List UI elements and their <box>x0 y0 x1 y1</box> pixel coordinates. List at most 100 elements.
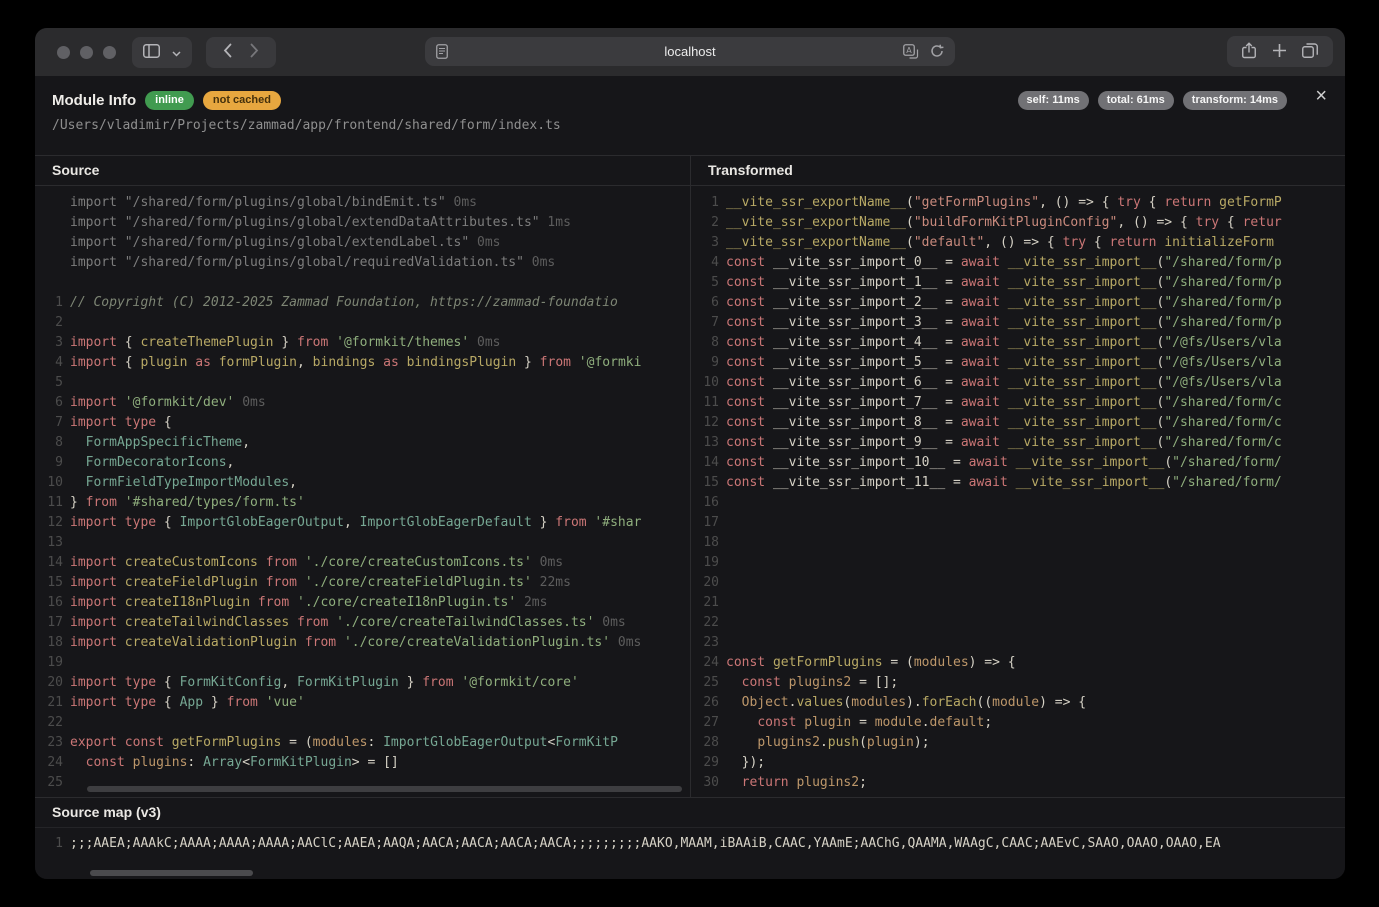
window-controls <box>57 46 116 59</box>
line-number: 7 <box>35 413 63 433</box>
tab-overview-button[interactable] <box>1302 43 1318 61</box>
code-line: 16import createI18nPlugin from './core/c… <box>35 593 690 613</box>
line-number: 15 <box>35 573 63 593</box>
code-line: 23 <box>691 633 1345 653</box>
code-line: 23export const getFormPlugins = (modules… <box>35 733 690 753</box>
line-number: 6 <box>35 393 63 413</box>
line-number: 25 <box>35 773 63 793</box>
line-number: 29 <box>691 753 719 773</box>
line-number: 17 <box>35 613 63 633</box>
sourcemap-section: Source map (v3) 1;;;AAEA;AAAkC;AAAA;AAAA… <box>35 797 1345 879</box>
code-line: 2__vite_ssr_exportName__("buildFormKitPl… <box>691 213 1345 233</box>
code-line: 8const __vite_ssr_import_4__ = await __v… <box>691 333 1345 353</box>
code-line: 20import type { FormKitConfig, FormKitPl… <box>35 673 690 693</box>
browser-titlebar: localhost A <box>35 28 1345 76</box>
code-line: 18 <box>691 533 1345 553</box>
source-panel-title: Source <box>35 156 690 186</box>
code-line: 2 <box>35 313 690 333</box>
line-number: 11 <box>691 393 719 413</box>
code-line: 22 <box>691 613 1345 633</box>
code-line: 17import createTailwindClasses from './c… <box>35 613 690 633</box>
code-line: 20 <box>691 573 1345 593</box>
line-number: 2 <box>691 213 719 233</box>
code-line: 3__vite_ssr_exportName__("default", () =… <box>691 233 1345 253</box>
line-number: 15 <box>691 473 719 493</box>
line-number: 3 <box>691 233 719 253</box>
code-line: 28 plugins2.push(plugin); <box>691 733 1345 753</box>
source-hscrollbar-thumb[interactable] <box>87 786 682 792</box>
transformed-panel-title: Transformed <box>691 156 1345 186</box>
line-number: 1 <box>691 193 719 213</box>
line-number: 21 <box>35 693 63 713</box>
line-number: 12 <box>35 513 63 533</box>
code-line: 6import '@formkit/dev' 0ms <box>35 393 690 413</box>
code-line: 8 FormAppSpecificTheme, <box>35 433 690 453</box>
line-number: 8 <box>35 433 63 453</box>
code-line: 21 <box>691 593 1345 613</box>
reload-icon[interactable] <box>930 44 944 64</box>
line-number: 4 <box>691 253 719 273</box>
line-number: 27 <box>691 713 719 733</box>
transformed-panel: Transformed 1__vite_ssr_exportName__("ge… <box>690 156 1345 797</box>
address-bar[interactable]: localhost A <box>425 37 955 66</box>
line-number: 25 <box>691 673 719 693</box>
line-number: 2 <box>35 313 63 333</box>
navigation-controls <box>206 37 276 68</box>
line-number: 12 <box>691 413 719 433</box>
line-number: 19 <box>35 653 63 673</box>
line-number: 23 <box>691 633 719 653</box>
line-number: 26 <box>691 693 719 713</box>
line-number: 9 <box>35 453 63 473</box>
code-line: 7const __vite_ssr_import_3__ = await __v… <box>691 313 1345 333</box>
timing-total-badge: total: 61ms <box>1098 91 1174 110</box>
timing-transform-badge: transform: 14ms <box>1183 91 1287 110</box>
forward-button[interactable] <box>250 43 259 61</box>
inline-badge: inline <box>145 91 194 110</box>
minimize-window-button[interactable] <box>80 46 93 59</box>
code-line: 13const __vite_ssr_import_9__ = await __… <box>691 433 1345 453</box>
code-line: 14import createCustomIcons from './core/… <box>35 553 690 573</box>
code-line: 14const __vite_ssr_import_10__ = await _… <box>691 453 1345 473</box>
sourcemap-hscrollbar-thumb[interactable] <box>90 870 253 876</box>
plus-icon <box>1272 43 1287 61</box>
sidebar-menu-button[interactable] <box>172 45 181 60</box>
line-number: 30 <box>691 773 719 793</box>
line-number <box>35 193 63 213</box>
code-line: import "/shared/form/plugins/global/requ… <box>35 253 690 273</box>
line-number: 6 <box>691 293 719 313</box>
translate-icon[interactable]: A <box>903 44 919 64</box>
line-number: 20 <box>35 673 63 693</box>
code-line: 9const __vite_ssr_import_5__ = await __v… <box>691 353 1345 373</box>
code-line: 10 FormFieldTypeImportModules, <box>35 473 690 493</box>
code-line: 1// Copyright (C) 2012-2025 Zammad Found… <box>35 293 690 313</box>
line-number: 10 <box>35 473 63 493</box>
module-path: /Users/vladimir/Projects/zammad/app/fron… <box>52 118 1345 133</box>
code-line <box>35 273 690 293</box>
timing-self-badge: self: 11ms <box>1018 91 1089 110</box>
zoom-window-button[interactable] <box>103 46 116 59</box>
line-number: 17 <box>691 513 719 533</box>
code-line: 3import { createThemePlugin } from '@for… <box>35 333 690 353</box>
share-button[interactable] <box>1242 42 1256 62</box>
line-number: 16 <box>35 593 63 613</box>
url-text: localhost <box>425 37 955 66</box>
line-number: 23 <box>35 733 63 753</box>
close-button[interactable]: × <box>1315 86 1327 106</box>
line-number: 7 <box>691 313 719 333</box>
code-line: 4import { plugin as formPlugin, bindings… <box>35 353 690 373</box>
code-line: 11const __vite_ssr_import_7__ = await __… <box>691 393 1345 413</box>
source-panel: Source import "/shared/form/plugins/glob… <box>35 156 690 797</box>
line-number: 28 <box>691 733 719 753</box>
line-number: 5 <box>691 273 719 293</box>
new-tab-button[interactable] <box>1272 43 1287 61</box>
code-line: 1;;;AAEA;AAAkC;AAAA;AAAA;AAAA;AAClC;AAEA… <box>35 834 1345 854</box>
line-number: 22 <box>691 613 719 633</box>
timing-badges: self: 11ms total: 61ms transform: 14ms <box>1018 91 1287 110</box>
sidebar-toggle-button[interactable] <box>143 44 160 61</box>
close-window-button[interactable] <box>57 46 70 59</box>
line-number: 9 <box>691 353 719 373</box>
code-line: 24const getFormPlugins = (modules) => { <box>691 653 1345 673</box>
line-number: 22 <box>35 713 63 733</box>
page-title: Module Info <box>52 92 136 109</box>
back-button[interactable] <box>223 43 232 61</box>
